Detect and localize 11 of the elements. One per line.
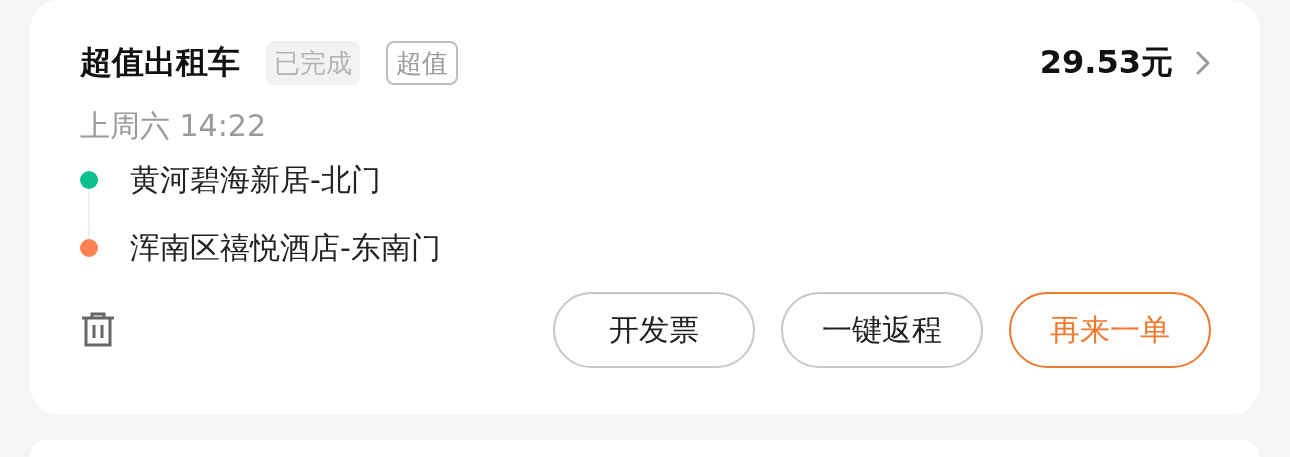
address-text: 黄河碧海新居-北门 [130, 160, 381, 199]
status-tag: 已完成 [266, 41, 360, 85]
chevron-right-icon[interactable] [1195, 50, 1211, 76]
delete-icon[interactable] [80, 312, 116, 348]
action-button[interactable]: 开发票 [553, 292, 755, 368]
status-tag: 超值 [386, 41, 458, 85]
order-time: 上周六 14:22 [80, 107, 267, 145]
order-title: 超值出租车 [80, 42, 240, 83]
address-text: 浑南区禧悦酒店-东南门 [130, 228, 441, 267]
action-button[interactable]: 一键返程 [781, 292, 983, 368]
order-price: 29.53元 [1039, 42, 1173, 83]
